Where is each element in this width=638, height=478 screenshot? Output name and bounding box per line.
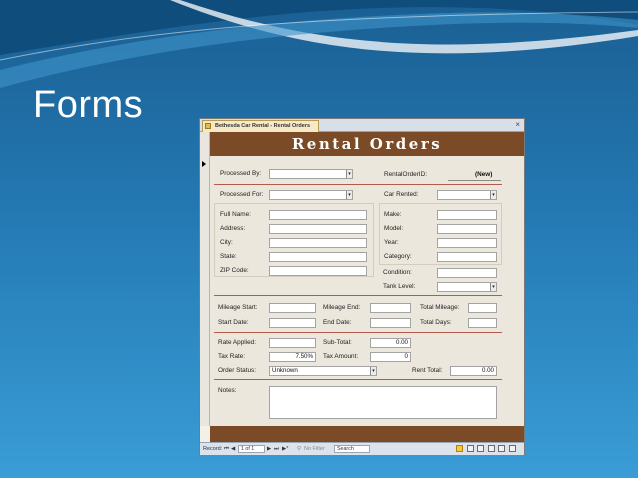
search-box[interactable]: Search [334,445,370,453]
first-record-icon[interactable]: ⏮ [224,443,229,455]
tax-rate-label: Tax Rate: [218,353,245,360]
id-underline [448,180,501,181]
divider-4 [214,379,502,380]
close-icon[interactable]: × [515,119,520,131]
total-days-field[interactable] [468,318,497,328]
divider-2 [214,295,502,296]
access-form-window: Bethesda Car Rental - Rental Orders × Re… [199,118,525,455]
car-rented-label: Car Rented: [384,191,419,198]
divider-1 [214,184,502,185]
car-rented-combo[interactable]: ▾ [437,190,497,200]
design-view-icon[interactable] [487,445,495,452]
slide-title: Forms [33,84,144,126]
chevron-down-icon[interactable]: ▾ [346,170,352,178]
tax-amount-label: Tax Amount: [323,353,359,360]
tank-level-combo[interactable]: ▾ [437,282,497,292]
previous-record-icon[interactable]: ◀ [231,443,235,455]
tab-label: Bethesda Car Rental - Rental Orders [215,123,311,129]
make-label: Make: [384,211,402,218]
address-field[interactable] [269,224,367,234]
mileage-start-label: Mileage Start: [218,304,258,311]
order-status-label: Order Status: [218,367,257,374]
form-footer [210,426,524,442]
start-date-field[interactable] [269,318,316,328]
record-label: Record: [203,446,223,452]
processed-by-combo[interactable]: ▾ [269,169,353,179]
record-navigation-bar: Record: ⏮ ◀ 1 of 1 ▶ ⏭ ▶* ⚲ No Filter Se… [200,442,524,455]
processed-by-label: Processed By: [220,170,262,177]
year-label: Year: [384,239,399,246]
year-field[interactable] [437,238,497,248]
form-icon [205,123,211,129]
filter-icon: ⚲ [297,446,302,452]
tax-amount-field[interactable]: 0 [370,352,411,362]
category-field[interactable] [437,252,497,262]
state-label: State: [220,253,237,260]
rent-total-label: Rent Total: [412,367,443,374]
tab-rental-orders[interactable]: Bethesda Car Rental - Rental Orders [202,120,320,132]
form-header: Rental Orders [210,132,524,156]
datasheet-view-icon[interactable] [466,445,474,452]
start-date-label: Start Date: [218,319,249,326]
tank-level-label: Tank Level: [383,283,416,290]
form-title: Rental Orders [291,135,443,153]
model-label: Model: [384,225,404,232]
rate-applied-label: Rate Applied: [218,339,257,346]
new-record-icon[interactable]: ▶* [282,443,288,455]
processed-for-combo[interactable]: ▾ [269,190,353,200]
record-selector[interactable] [200,132,210,426]
tab-bar: Bethesda Car Rental - Rental Orders × [200,119,524,132]
mileage-end-label: Mileage End: [323,304,361,311]
end-date-label: End Date: [323,319,352,326]
zip-code-label: ZIP Code: [220,267,249,274]
address-label: Address: [220,225,246,232]
sub-total-field[interactable]: 0.00 [370,338,411,348]
next-record-icon[interactable]: ▶ [267,443,271,455]
record-position-field[interactable]: 1 of 1 [238,445,265,453]
rental-order-id-label: RentalOrderID: [384,171,427,178]
form-detail: Processed By: ▾ RentalOrderID: (New) Pro… [210,156,524,426]
model-field[interactable] [437,224,497,234]
make-field[interactable] [437,210,497,220]
tax-rate-field[interactable]: 7.50% [269,352,316,362]
processed-for-label: Processed For: [220,191,264,198]
rent-total-field[interactable]: 0.00 [450,366,497,376]
notes-field[interactable] [269,386,497,419]
divider-3 [214,332,502,333]
city-label: City: [220,239,233,246]
city-field[interactable] [269,238,367,248]
order-status-value: Unknown [272,367,298,374]
state-field[interactable] [269,252,367,262]
total-mileage-field[interactable] [468,303,497,313]
mileage-start-field[interactable] [269,303,316,313]
chevron-down-icon[interactable]: ▾ [490,283,496,291]
rental-order-id-value: (New) [475,171,493,178]
pivot-view-icon[interactable] [498,445,506,452]
total-days-label: Total Days: [420,319,452,326]
order-status-combo[interactable]: Unknown ▾ [269,366,377,376]
rate-applied-field[interactable] [269,338,316,348]
mileage-end-field[interactable] [370,303,411,313]
chevron-down-icon[interactable]: ▾ [370,367,376,375]
current-record-arrow-icon [202,161,206,167]
no-filter-button[interactable]: No Filter [304,443,325,455]
condition-field[interactable] [437,268,497,278]
sub-total-label: Sub-Total: [323,339,352,346]
full-name-label: Full Name: [220,211,251,218]
form-view-icon[interactable] [456,445,464,452]
category-label: Category: [384,253,412,260]
zip-code-field[interactable] [269,266,367,276]
end-date-field[interactable] [370,318,411,328]
view-switcher [454,445,516,457]
chart-view-icon[interactable] [509,445,516,452]
last-record-icon[interactable]: ⏭ [274,443,279,455]
condition-label: Condition: [383,269,412,276]
chevron-down-icon[interactable]: ▾ [346,191,352,199]
notes-label: Notes: [218,387,237,394]
total-mileage-label: Total Mileage: [420,304,460,311]
full-name-field[interactable] [269,210,367,220]
layout-view-icon[interactable] [477,445,485,452]
chevron-down-icon[interactable]: ▾ [490,191,496,199]
